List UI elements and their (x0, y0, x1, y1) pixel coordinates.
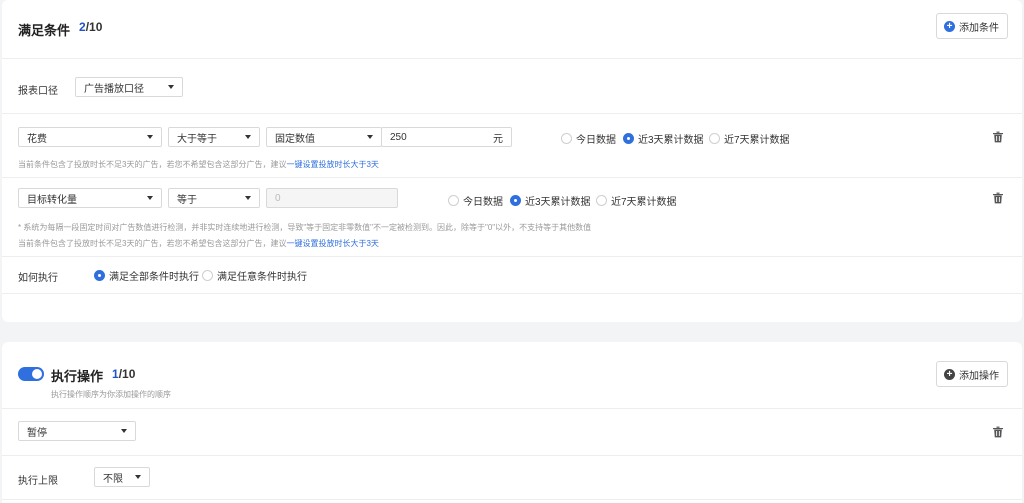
execute-any-radio[interactable]: 满足任意条件时执行 (202, 268, 307, 283)
set-duration-link[interactable]: 一键设置投放时长大于3天 (286, 160, 378, 169)
divider (2, 293, 1022, 294)
divider (2, 408, 1022, 409)
trash-icon[interactable] (992, 131, 1004, 143)
row1-hint: 当前条件包含了投放时长不足3天的广告，若您不希望包含这部分广告，建议一键设置投放… (18, 160, 379, 169)
execute-all-radio[interactable]: 满足全部条件时执行 (94, 268, 199, 283)
radio-dot (596, 195, 607, 206)
radio-dot (561, 133, 572, 144)
divider (2, 256, 1022, 257)
detection-note: * 系统为每隔一段固定时间对广告数值进行检测，并非实时连续地进行检测，导致"等于… (18, 223, 592, 232)
value-type-select[interactable]: 固定数值 (266, 127, 382, 147)
caret-down-icon (367, 135, 373, 139)
trash-icon[interactable] (992, 426, 1004, 438)
value-input[interactable]: 250 元 (381, 127, 512, 147)
range-radio-7days[interactable]: 近7天累计数据 (596, 193, 677, 208)
radio-dot-checked (94, 270, 105, 281)
action-select[interactable]: 暂停 (18, 421, 136, 441)
row2-hint: 当前条件包含了投放时长不足3天的广告，若您不希望包含这部分广告，建议一键设置投放… (18, 239, 379, 248)
radio-dot-checked (623, 133, 634, 144)
radio-dot-checked (510, 195, 521, 206)
divider (2, 499, 1022, 500)
caret-down-icon (245, 196, 251, 200)
value-input[interactable]: 0 (266, 188, 398, 208)
divider (2, 113, 1022, 114)
set-duration-link[interactable]: 一键设置投放时长大于3天 (286, 239, 378, 248)
metric-select[interactable]: 花费 (18, 127, 162, 147)
add-action-button[interactable]: + 添加操作 (936, 361, 1008, 387)
radio-dot (709, 133, 720, 144)
actions-subtitle: 执行操作顺序为你添加操作的顺序 (51, 390, 171, 399)
execution-label: 如何执行 (18, 273, 58, 284)
range-radio-7days[interactable]: 近7天累计数据 (709, 131, 790, 146)
operator-select[interactable]: 大于等于 (168, 127, 260, 147)
range-radio-3days[interactable]: 近3天累计数据 (510, 193, 591, 208)
caret-down-icon (135, 475, 141, 479)
trash-icon[interactable] (992, 192, 1004, 204)
add-action-label: 添加操作 (959, 370, 999, 382)
range-radio-today[interactable]: 今日数据 (561, 131, 616, 146)
caret-down-icon (147, 135, 153, 139)
divider (2, 177, 1022, 178)
limit-label: 执行上限 (18, 476, 58, 487)
add-condition-button[interactable]: + 添加条件 (936, 13, 1008, 39)
actions-title: 执行操作 (51, 369, 104, 384)
caret-down-icon (168, 85, 174, 89)
radio-dot (202, 270, 213, 281)
metric-select[interactable]: 目标转化量 (18, 188, 162, 208)
limit-select[interactable]: 不限 (94, 467, 150, 487)
plus-circle-icon: + (944, 368, 955, 380)
range-radio-today[interactable]: 今日数据 (448, 193, 503, 208)
operator-select[interactable]: 等于 (168, 188, 260, 208)
divider (2, 455, 1022, 456)
conditions-card: 满足条件 2/10 + 添加条件 报表口径 广告播放口径 花费 大于等于 固定数… (2, 0, 1022, 322)
caret-down-icon (147, 196, 153, 200)
unit-label: 元 (493, 133, 503, 145)
report-scope-select[interactable]: 广告播放口径 (75, 77, 183, 97)
add-condition-label: 添加条件 (959, 22, 999, 34)
conditions-title: 满足条件 (18, 23, 71, 38)
conditions-count: 2/10 (79, 20, 103, 34)
actions-card: 执行操作 1/10 执行操作顺序为你添加操作的顺序 + 添加操作 暂停 执行上限… (2, 342, 1022, 503)
radio-dot (448, 195, 459, 206)
divider (2, 58, 1022, 59)
actions-toggle[interactable] (18, 367, 44, 381)
range-radio-3days[interactable]: 近3天累计数据 (623, 131, 704, 146)
caret-down-icon (245, 135, 251, 139)
caret-down-icon (121, 429, 127, 433)
actions-count: 1/10 (112, 367, 136, 381)
report-scope-label: 报表口径 (18, 86, 58, 97)
plus-circle-icon: + (944, 20, 955, 32)
